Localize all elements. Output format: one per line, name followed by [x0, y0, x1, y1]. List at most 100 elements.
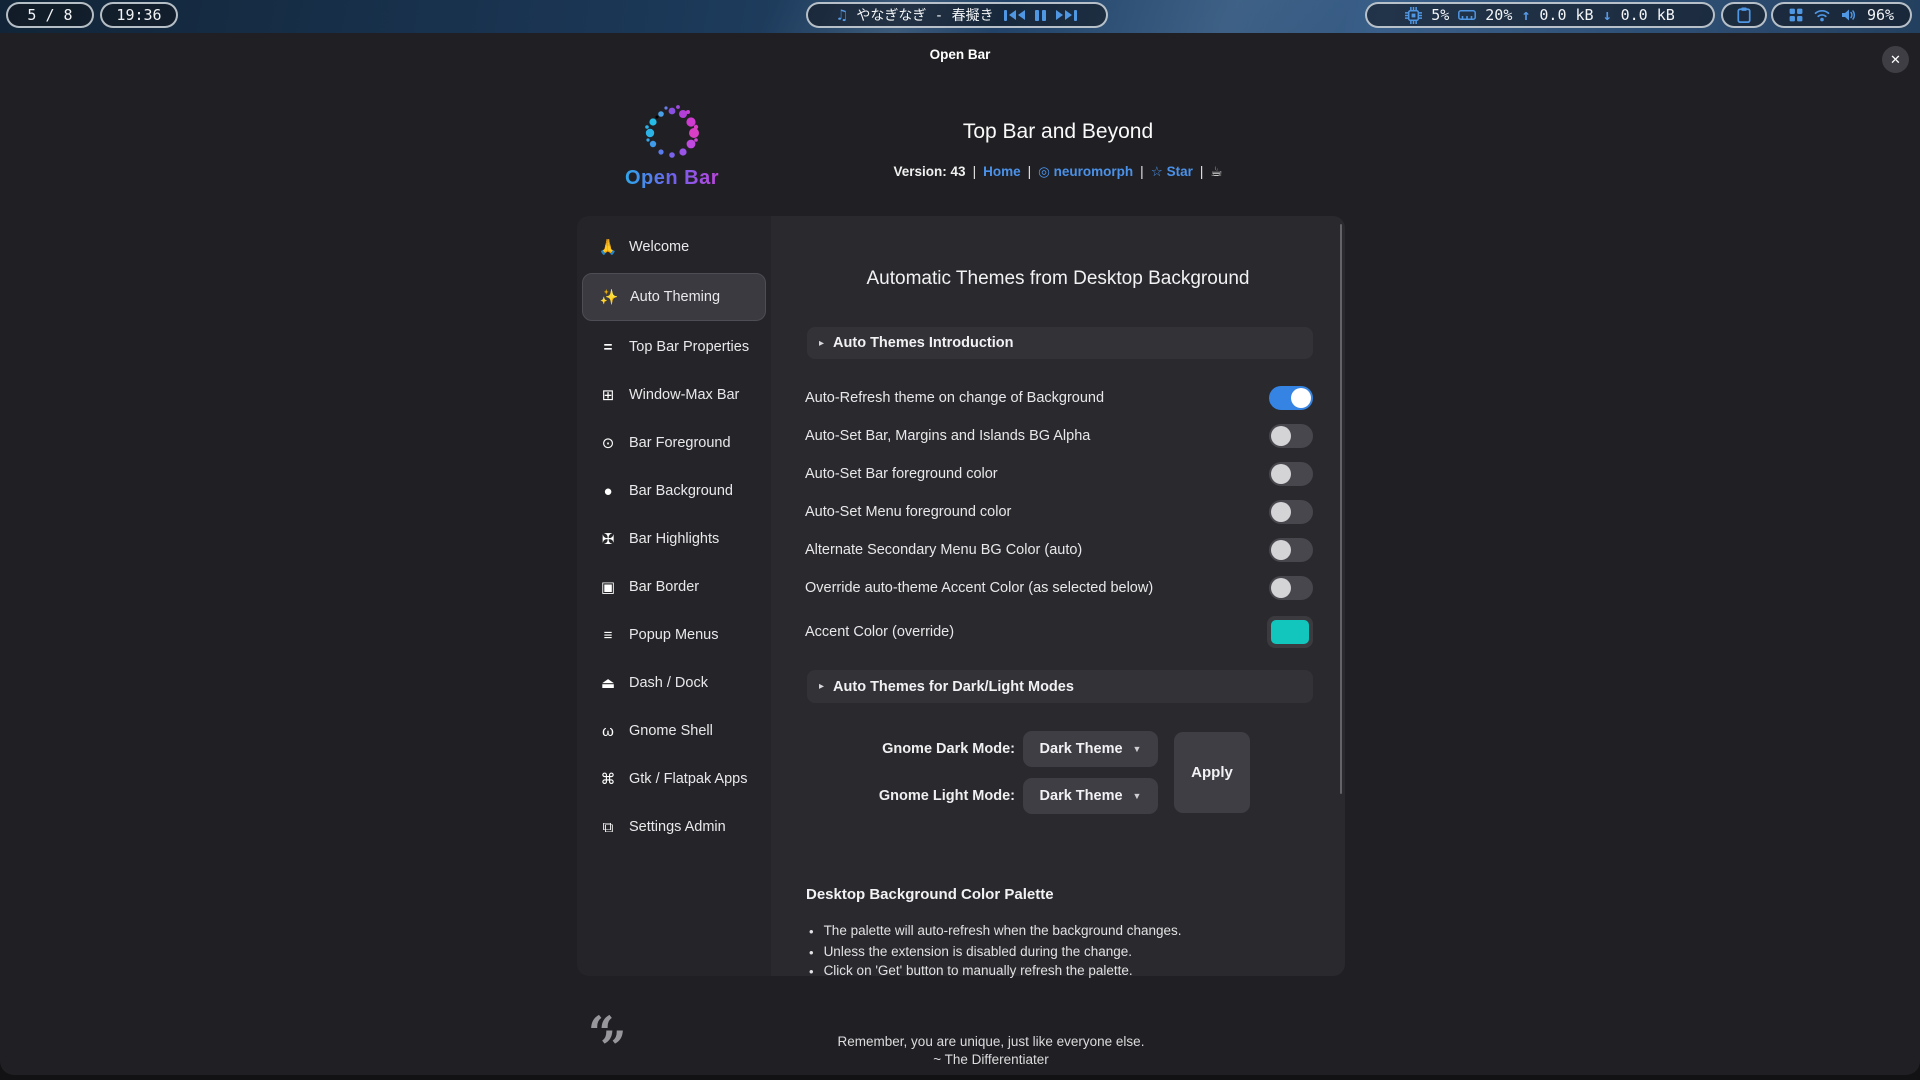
version-label: Version: 43 — [894, 164, 966, 179]
window-max-icon: ⊞ — [597, 386, 619, 404]
accent-color-swatch — [1271, 620, 1309, 644]
sidebar-item-dash-dock[interactable]: ⏏ Dash / Dock — [582, 661, 766, 705]
upload-arrow-icon: ↑ — [1521, 6, 1530, 24]
memory-value: 20% — [1485, 6, 1512, 24]
border-icon: ▣ — [597, 578, 619, 596]
content-title: Automatic Themes from Desktop Background — [771, 268, 1345, 290]
sidebar-item-bar-background[interactable]: ● Bar Background — [582, 469, 766, 513]
system-stats-pill[interactable]: 5% 20% ↑ 0.0 kB ↓ 0.0 kB — [1365, 2, 1715, 28]
bar-fg-toggle[interactable] — [1269, 462, 1313, 486]
media-pause-icon[interactable] — [1035, 10, 1046, 21]
star-link[interactable]: ☆ Star — [1151, 164, 1193, 179]
chevron-down-icon: ▼ — [1133, 791, 1142, 801]
dark-mode-dropdown[interactable]: Dark Theme ▼ — [1023, 731, 1158, 767]
palette-bullet-1: •The palette will auto-refresh when the … — [809, 923, 1309, 940]
sidebar-item-window-max-bar[interactable]: ⊞ Window-Max Bar — [582, 373, 766, 417]
download-value: 0.0 kB — [1621, 6, 1675, 24]
sidebar-item-settings-admin[interactable]: ⧉ Settings Admin — [582, 805, 766, 849]
sidebar-item-bar-foreground[interactable]: ⊙ Bar Foreground — [582, 421, 766, 465]
cpu-icon — [1405, 7, 1422, 24]
menu-icon: ≡ — [597, 627, 619, 644]
window-title: Open Bar — [0, 47, 1920, 62]
quick-settings-pill[interactable]: 96% — [1771, 2, 1912, 28]
expander-arrow-icon: ▸ — [819, 338, 824, 349]
media-title: やなぎなぎ - 春擬き — [856, 5, 993, 25]
sidebar-item-bar-highlights[interactable]: ✠ Bar Highlights — [582, 517, 766, 561]
clipboard-pill[interactable] — [1721, 2, 1767, 28]
clock-pill[interactable]: 19:36 — [100, 2, 178, 28]
expander-auto-themes-introduction[interactable]: ▸ Auto Themes Introduction — [807, 327, 1313, 359]
logo-wordmark: Open Bar — [614, 167, 730, 190]
close-icon: ✕ — [1890, 52, 1901, 68]
close-button[interactable]: ✕ — [1882, 46, 1909, 73]
override-accent-toggle[interactable] — [1269, 576, 1313, 600]
expander-dark-light-modes[interactable]: ▸ Auto Themes for Dark/Light Modes — [807, 670, 1313, 703]
gnome-light-mode-label: Gnome Light Mode: — [855, 788, 1015, 804]
media-player-pill[interactable]: ♫ やなぎなぎ - 春擬き — [806, 2, 1108, 28]
desktop-top-bar: 5 / 8 19:36 ♫ やなぎなぎ - 春擬き 5% 20% ↑ 0.0 k… — [0, 0, 1920, 33]
sidebar-item-welcome[interactable]: 🙏 Welcome — [582, 225, 766, 269]
apply-button[interactable]: Apply — [1174, 732, 1250, 813]
author-link[interactable]: ◎ neuromorph — [1038, 164, 1133, 179]
star-icon: ☆ — [1151, 164, 1163, 179]
settings-sidebar: 🙏 Welcome ✨ Auto Theming = Top Bar Prope… — [577, 216, 771, 976]
sidebar-item-top-bar-properties[interactable]: = Top Bar Properties — [582, 325, 766, 369]
palette-bullet-2: •Unless the extension is disabled during… — [809, 944, 1309, 961]
media-prev-icon[interactable] — [1004, 10, 1025, 21]
music-note-icon: ♫ — [837, 6, 846, 24]
admin-icon: ⧉ — [597, 819, 619, 836]
gnome-dark-mode-label: Gnome Dark Mode: — [855, 741, 1015, 757]
alt-menu-bg-toggle[interactable] — [1269, 538, 1313, 562]
app-logo: Open Bar — [614, 103, 730, 190]
auto-refresh-toggle[interactable] — [1269, 386, 1313, 410]
volume-icon — [1841, 8, 1856, 22]
download-arrow-icon: ↓ — [1603, 6, 1612, 24]
sidebar-item-bar-border[interactable]: ▣ Bar Border — [582, 565, 766, 609]
bg-alpha-toggle[interactable] — [1269, 424, 1313, 448]
quote-icon: “” — [588, 1023, 632, 1053]
workspace-label: 5 / 8 — [27, 6, 72, 24]
highlights-icon: ✠ — [597, 530, 619, 548]
workspace-indicator[interactable]: 5 / 8 — [6, 2, 94, 28]
bars-icon: = — [597, 339, 619, 356]
eject-icon: ⏏ — [597, 674, 619, 692]
foreground-icon: ⊙ — [597, 434, 619, 452]
sidebar-item-gtk-flatpak-apps[interactable]: ⌘ Gtk / Flatpak Apps — [582, 757, 766, 801]
header-links-row: Version: 43|Home|◎ neuromorph|☆ Star|☕ — [798, 164, 1318, 180]
accent-color-button[interactable] — [1267, 616, 1313, 648]
settings-content-panel: Automatic Themes from Desktop Background… — [771, 216, 1345, 976]
open-bar-window: Open Bar ✕ — [0, 33, 1920, 1075]
cpu-value: 5% — [1431, 6, 1449, 24]
expander-arrow-icon: ▸ — [819, 681, 824, 692]
home-link[interactable]: Home — [983, 164, 1021, 179]
scrollbar[interactable] — [1340, 224, 1342, 794]
sparkles-icon: ✨ — [598, 288, 620, 306]
palette-section-title: Desktop Background Color Palette — [806, 886, 1054, 903]
page-title: Top Bar and Beyond — [838, 120, 1278, 144]
coffee-icon[interactable]: ☕ — [1210, 164, 1222, 179]
memory-icon — [1458, 7, 1476, 23]
screen: 5 / 8 19:36 ♫ やなぎなぎ - 春擬き 5% 20% ↑ 0.0 k… — [0, 0, 1920, 1080]
command-icon: ⌘ — [597, 770, 619, 788]
toggle-row-auto-refresh: Auto-Refresh theme on change of Backgrou… — [805, 383, 1313, 413]
light-mode-dropdown[interactable]: Dark Theme ▼ — [1023, 778, 1158, 814]
welcome-icon: 🙏 — [597, 238, 619, 256]
toggle-row-alt-menu-bg: Alternate Secondary Menu BG Color (auto) — [805, 535, 1313, 565]
media-next-icon[interactable] — [1056, 10, 1077, 21]
sidebar-item-popup-menus[interactable]: ≡ Popup Menus — [582, 613, 766, 657]
toggle-row-bg-alpha: Auto-Set Bar, Margins and Islands BG Alp… — [805, 421, 1313, 451]
clipboard-icon — [1737, 7, 1751, 23]
sidebar-item-auto-theming[interactable]: ✨ Auto Theming — [582, 273, 766, 321]
accent-color-row: Accent Color (override) — [805, 615, 1313, 649]
clock-label: 19:36 — [116, 6, 161, 24]
background-icon: ● — [597, 483, 619, 500]
author-icon: ◎ — [1038, 164, 1050, 179]
upload-value: 0.0 kB — [1539, 6, 1593, 24]
volume-value: 96% — [1867, 6, 1894, 24]
apps-grid-icon — [1789, 8, 1803, 22]
toggle-row-menu-fg: Auto-Set Menu foreground color — [805, 497, 1313, 527]
sidebar-item-gnome-shell[interactable]: ω Gnome Shell — [582, 709, 766, 753]
toggle-row-override-accent: Override auto-theme Accent Color (as sel… — [805, 573, 1313, 603]
chevron-down-icon: ▼ — [1133, 744, 1142, 754]
menu-fg-toggle[interactable] — [1269, 500, 1313, 524]
